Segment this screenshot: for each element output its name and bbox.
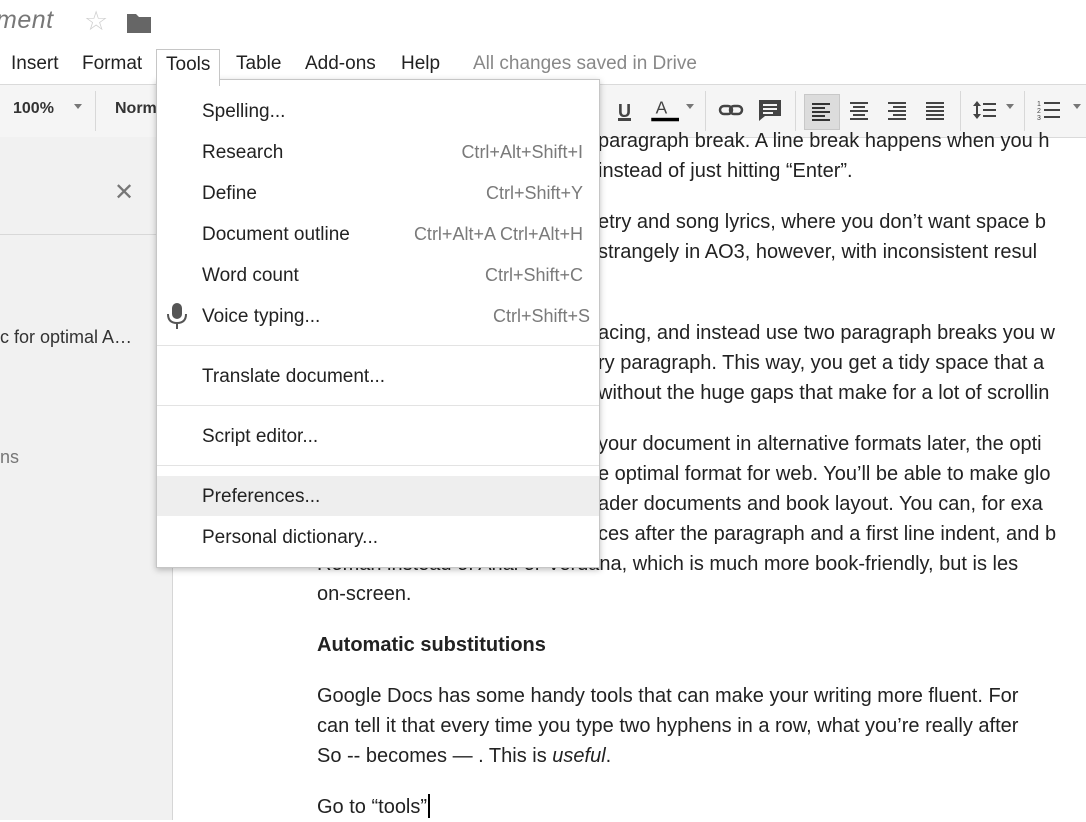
- doc-line: instead of just hitting “Enter”.: [598, 160, 853, 182]
- doc-text-run: So -- becomes — . This is: [317, 745, 553, 767]
- menu-separator: [157, 345, 599, 346]
- menu-bar: Insert Format Tools Table Add-ons Help A…: [0, 44, 1086, 86]
- doc-line: Go to “tools”: [317, 792, 431, 822]
- doc-text-run: .: [605, 745, 612, 767]
- doc-line: your document in alternative formats lat…: [598, 433, 1042, 455]
- text-color-dropdown-icon[interactable]: [686, 104, 694, 109]
- toolbar-divider: [95, 91, 96, 131]
- doc-line: on-screen.: [317, 583, 412, 605]
- svg-text:U: U: [618, 101, 631, 121]
- outline-item[interactable]: c for optimal A…: [0, 327, 132, 348]
- menu-item-voice-typing[interactable]: Voice typing... Ctrl+Shift+S: [157, 296, 599, 336]
- toolbar-divider: [960, 91, 961, 131]
- menu-format[interactable]: Format: [73, 49, 151, 79]
- menu-separator: [157, 465, 599, 466]
- save-status[interactable]: All changes saved in Drive: [473, 49, 697, 79]
- numbered-list-dropdown-icon[interactable]: [1073, 104, 1081, 109]
- emphasis-text: useful: [552, 745, 606, 767]
- title-bar: ment ☆: [0, 0, 1086, 44]
- doc-line: ces after the paragraph and a first line…: [598, 523, 1057, 545]
- toolbar-divider: [1024, 91, 1025, 131]
- menu-separator: [157, 405, 599, 406]
- align-right-icon[interactable]: [884, 97, 910, 123]
- menu-table[interactable]: Table: [227, 49, 290, 79]
- menu-item-label: Personal dictionary...: [202, 527, 379, 548]
- text-cursor: [428, 794, 431, 818]
- document-outline-sidebar: ✕ c for optimal A… ns: [0, 137, 173, 820]
- menu-item-preferences[interactable]: Preferences...: [157, 476, 599, 516]
- menu-item-script-editor[interactable]: Script editor...: [157, 416, 599, 456]
- last-line-text: Go to “tools”: [317, 796, 428, 818]
- link-icon[interactable]: [718, 97, 744, 123]
- menu-item-label: Voice typing...: [202, 306, 321, 327]
- menu-item-personal-dictionary[interactable]: Personal dictionary...: [157, 517, 599, 557]
- outline-item[interactable]: ns: [0, 447, 19, 468]
- line-spacing-icon[interactable]: [972, 97, 998, 123]
- menu-item-spelling[interactable]: Spelling...: [157, 91, 599, 131]
- star-icon[interactable]: ☆: [84, 6, 108, 37]
- text-color-icon[interactable]: A: [648, 97, 684, 123]
- menu-item-shortcut: Ctrl+Alt+Shift+I: [461, 142, 583, 162]
- doc-line: e optimal format for web. You’ll be able…: [598, 463, 1051, 485]
- doc-line: So -- becomes — . This is useful.: [317, 741, 611, 771]
- align-left-icon[interactable]: [804, 94, 840, 130]
- menu-item-label: Script editor...: [202, 426, 319, 447]
- menu-item-label: Preferences...: [202, 486, 321, 507]
- doc-line: strangely in AO3, however, with inconsis…: [598, 241, 1038, 263]
- menu-item-label: Word count: [202, 265, 299, 286]
- doc-line: paragraph break. A line break happens wh…: [598, 130, 1050, 152]
- doc-line: Google Docs has some handy tools that ca…: [317, 685, 1019, 707]
- document-title[interactable]: ment: [0, 6, 54, 35]
- folder-icon[interactable]: [126, 12, 152, 34]
- tools-menu: Spelling... Research Ctrl+Alt+Shift+I De…: [156, 79, 600, 568]
- doc-line: etry and song lyrics, where you don’t wa…: [598, 211, 1047, 233]
- menu-item-shortcut: Ctrl+Alt+A Ctrl+Alt+H: [413, 224, 583, 244]
- sidebar-divider: [0, 234, 172, 235]
- zoom-select[interactable]: 100%: [13, 100, 54, 118]
- menu-item-translate-document[interactable]: Translate document...: [157, 356, 599, 396]
- close-icon[interactable]: ✕: [114, 178, 134, 207]
- menu-item-word-count[interactable]: Word count Ctrl+Shift+C: [157, 255, 599, 295]
- numbered-list-icon[interactable]: 1 2 3: [1036, 97, 1062, 123]
- menu-item-label: Spelling...: [202, 101, 286, 122]
- menu-insert[interactable]: Insert: [2, 49, 68, 79]
- toolbar-divider: [705, 91, 706, 131]
- menu-item-define[interactable]: Define Ctrl+Shift+Y: [157, 173, 599, 213]
- doc-line: can tell it that every time you type two…: [317, 715, 1019, 737]
- svg-text:1: 1: [1037, 101, 1041, 108]
- align-center-icon[interactable]: [846, 97, 872, 123]
- menu-item-label: Define: [202, 183, 257, 204]
- menu-item-label: Document outline: [202, 224, 350, 245]
- justify-icon[interactable]: [922, 97, 948, 123]
- menu-help[interactable]: Help: [392, 49, 449, 79]
- doc-line: without the huge gaps that make for a lo…: [598, 382, 1050, 404]
- menu-item-shortcut: Ctrl+Shift+C: [484, 265, 583, 285]
- comment-icon[interactable]: [757, 97, 783, 123]
- menu-item-shortcut: Ctrl+Shift+Y: [485, 183, 583, 203]
- microphone-icon: [167, 303, 187, 329]
- menu-item-shortcut: Ctrl+Shift+S: [492, 306, 590, 326]
- svg-text:2: 2: [1037, 108, 1041, 115]
- menu-item-document-outline[interactable]: Document outline Ctrl+Alt+A Ctrl+Alt+H: [157, 214, 599, 254]
- toolbar-divider: [795, 91, 796, 131]
- doc-line: ader documents and book layout. You can,…: [598, 493, 1043, 515]
- menu-item-label: Translate document...: [202, 366, 386, 387]
- zoom-dropdown-arrow-icon[interactable]: [74, 104, 82, 109]
- underline-icon[interactable]: U: [613, 97, 639, 123]
- style-select[interactable]: Norm: [115, 100, 157, 118]
- doc-line: ry paragraph. This way, you get a tidy s…: [598, 352, 1045, 374]
- menu-item-label: Research: [202, 142, 284, 163]
- menu-addons[interactable]: Add-ons: [296, 49, 385, 79]
- svg-text:3: 3: [1037, 115, 1041, 122]
- menu-item-research[interactable]: Research Ctrl+Alt+Shift+I: [157, 132, 599, 172]
- menu-tools[interactable]: Tools: [156, 49, 221, 86]
- section-heading: Automatic substitutions: [317, 634, 546, 656]
- doc-line: acing, and instead use two paragraph bre…: [598, 322, 1055, 344]
- svg-text:A: A: [656, 97, 668, 117]
- line-spacing-dropdown-icon[interactable]: [1006, 104, 1014, 109]
